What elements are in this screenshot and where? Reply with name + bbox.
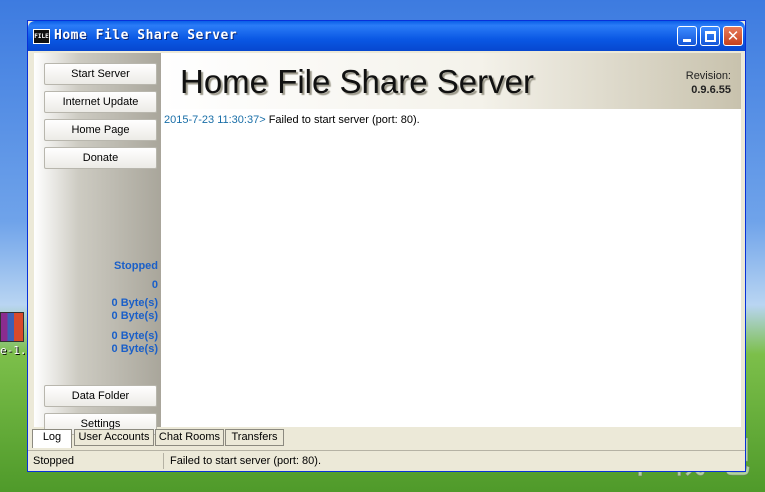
bytes-total-out: 0 Byte(s) [111, 343, 158, 355]
window-title: Home File Share Server [54, 28, 238, 43]
log-entry: 2015-7-23 11:30:37> Failed to start serv… [164, 114, 420, 126]
revision-value: 0.9.6.55 [691, 84, 731, 96]
log-timestamp: 2015-7-23 11:30:37> [164, 114, 266, 126]
status-message: Failed to start server (port: 80). [170, 455, 321, 467]
bytes-sent: 0 Byte(s) [111, 310, 158, 322]
bytes-total-in: 0 Byte(s) [111, 330, 158, 342]
home-page-button[interactable]: Home Page [44, 119, 157, 141]
tab-user-accounts[interactable]: User Accounts [74, 429, 154, 446]
log-panel[interactable]: 2015-7-23 11:30:37> Failed to start serv… [161, 109, 741, 427]
log-message: Failed to start server (port: 80). [265, 114, 420, 126]
revision-label: Revision: [685, 70, 731, 82]
minimize-icon [683, 39, 691, 42]
status-divider [163, 453, 164, 469]
sidebar: Start Server Internet Update Home Page D… [34, 53, 161, 435]
start-server-button[interactable]: Start Server [44, 63, 157, 85]
bytes-received: 0 Byte(s) [111, 297, 158, 309]
internet-update-button[interactable]: Internet Update [44, 91, 157, 113]
winrar-desktop-icon[interactable] [0, 312, 24, 342]
page-title: Home File Share Server [180, 63, 534, 100]
status-state: Stopped [33, 455, 74, 467]
close-icon: ✕ [726, 27, 740, 45]
tab-transfers[interactable]: Transfers [225, 429, 284, 446]
close-button[interactable]: ✕ [723, 26, 743, 46]
server-state: Stopped [114, 260, 158, 272]
connection-count: 0 [151, 279, 158, 291]
desktop-icon-label[interactable]: e-1. [0, 344, 27, 357]
app-window: FILE Home File Share Server ✕ Start Serv… [27, 20, 746, 472]
tab-chat-rooms[interactable]: Chat Rooms [155, 429, 224, 446]
header-banner: Home File Share Server Revision: 0.9.6.5… [161, 53, 741, 109]
data-folder-button[interactable]: Data Folder [44, 385, 157, 407]
title-bar[interactable]: FILE Home File Share Server ✕ [28, 21, 745, 51]
app-icon[interactable]: FILE [33, 29, 50, 44]
donate-button[interactable]: Donate [44, 147, 157, 169]
tab-log[interactable]: Log [32, 429, 72, 448]
status-bar: Stopped Failed to start server (port: 80… [28, 450, 745, 472]
maximize-icon [705, 31, 716, 42]
maximize-button[interactable] [700, 26, 720, 46]
minimize-button[interactable] [677, 26, 697, 46]
